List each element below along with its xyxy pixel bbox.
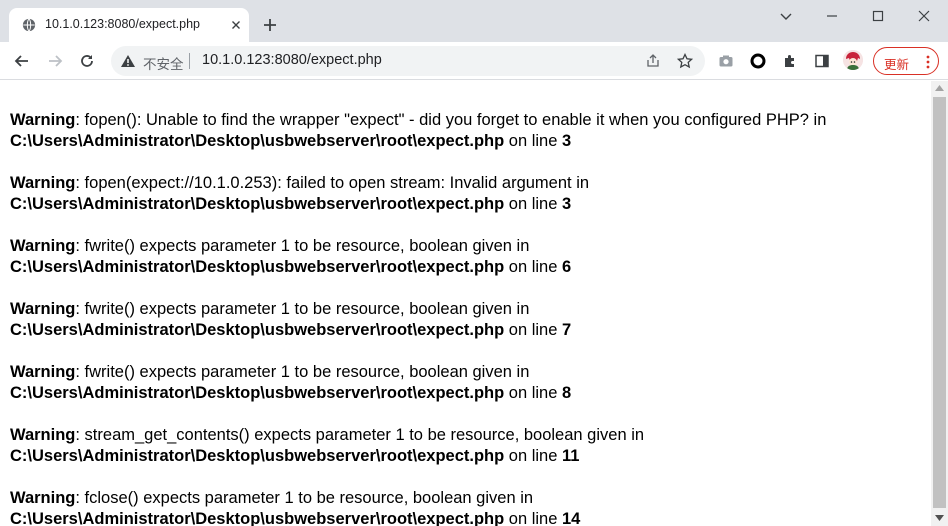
profile-avatar[interactable] [843,50,863,70]
warning-label: Warning [10,363,76,381]
warning-text: : fwrite() expects parameter 1 to be res… [75,237,530,255]
security-label[interactable]: 不安全 [143,53,184,73]
camera-icon[interactable] [718,53,734,69]
share-icon[interactable] [645,53,661,69]
warning-line-number: 8 [562,384,572,402]
warning-text: : fopen(expect://10.1.0.253): failed to … [75,174,590,192]
warning-on-line: on line [504,258,562,276]
warning-on-line: on line [504,510,562,526]
warning-label: Warning [10,237,76,255]
warning-message: Warning: fwrite() expects parameter 1 to… [10,362,571,404]
browser-tab[interactable]: 10.1.0.123:8080/expect.php [9,8,249,42]
warning-line-number: 7 [562,321,572,339]
warning-text: : fopen(): Unable to find the wrapper "e… [75,111,827,129]
forward-icon[interactable] [46,52,64,70]
window-close-icon[interactable] [916,8,932,24]
address-bar[interactable]: 不安全 10.1.0.123:8080/expect.php [111,46,705,76]
warning-label: Warning [10,111,76,129]
warning-text: : fwrite() expects parameter 1 to be res… [75,300,530,318]
update-label: 更新 [884,58,910,72]
sidepanel-icon[interactable] [814,53,830,69]
warning-message: Warning: fclose() expects parameter 1 to… [10,488,580,526]
url-text[interactable]: 10.1.0.123:8080/expect.php [202,52,382,68]
close-icon[interactable] [229,18,243,32]
maximize-icon[interactable] [870,8,886,24]
scrollbar-thumb[interactable] [933,97,946,508]
divider [189,53,190,69]
minimize-icon[interactable] [824,8,840,24]
warning-path: C:\Users\Administrator\Desktop\usbwebser… [10,510,505,526]
chevron-down-icon[interactable] [778,8,794,24]
warning-label: Warning [10,426,76,444]
globe-icon [22,18,36,32]
warning-path: C:\Users\Administrator\Desktop\usbwebser… [10,447,505,465]
warning-label: Warning [10,300,76,318]
warning-label: Warning [10,489,76,507]
warning-text: : stream_get_contents() expects paramete… [75,426,645,444]
warning-message: Warning: stream_get_contents() expects p… [10,425,644,467]
warning-on-line: on line [504,447,562,465]
warning-message: Warning: fopen(): Unable to find the wra… [10,110,826,152]
warning-line-number: 3 [562,132,572,150]
warning-line-number: 11 [562,447,580,465]
warning-path: C:\Users\Administrator\Desktop\usbwebser… [10,258,505,276]
warning-on-line: on line [504,321,562,339]
star-icon[interactable] [677,53,693,69]
circle-icon[interactable] [750,53,766,69]
warning-line-number: 3 [562,195,572,213]
scroll-down-icon[interactable] [935,515,944,521]
warning-message: Warning: fwrite() expects parameter 1 to… [10,236,571,278]
tab-strip: 10.1.0.123:8080/expect.php [0,0,948,42]
extensions-icon[interactable] [782,53,798,69]
warning-path: C:\Users\Administrator\Desktop\usbwebser… [10,384,505,402]
more-icon [926,55,930,69]
warning-on-line: on line [504,384,562,402]
warning-text: : fwrite() expects parameter 1 to be res… [75,363,530,381]
avatar-image [843,50,863,70]
warning-text: : fclose() expects parameter 1 to be res… [75,489,534,507]
warning-on-line: on line [504,195,562,213]
warning-path: C:\Users\Administrator\Desktop\usbwebser… [10,195,505,213]
scroll-up-icon[interactable] [935,85,944,91]
warning-line-number: 6 [562,258,572,276]
vertical-scrollbar[interactable] [931,81,948,526]
warning-line-number: 14 [562,510,581,526]
page-content: Warning: fopen(): Unable to find the wra… [0,81,931,526]
warning-on-line: on line [504,132,562,150]
browser-toolbar: 不安全 10.1.0.123:8080/expect.php 更新 [0,42,948,80]
warning-message: Warning: fwrite() expects parameter 1 to… [10,299,571,341]
warning-path: C:\Users\Administrator\Desktop\usbwebser… [10,321,505,339]
warning-label: Warning [10,174,76,192]
reload-icon[interactable] [78,52,96,70]
back-icon[interactable] [13,52,31,70]
not-secure-icon[interactable] [120,53,136,69]
update-button[interactable]: 更新 [873,47,939,75]
tab-title: 10.1.0.123:8080/expect.php [45,17,200,31]
plus-icon[interactable] [262,17,278,33]
warning-message: Warning: fopen(expect://10.1.0.253): fai… [10,173,589,215]
warning-path: C:\Users\Administrator\Desktop\usbwebser… [10,132,505,150]
